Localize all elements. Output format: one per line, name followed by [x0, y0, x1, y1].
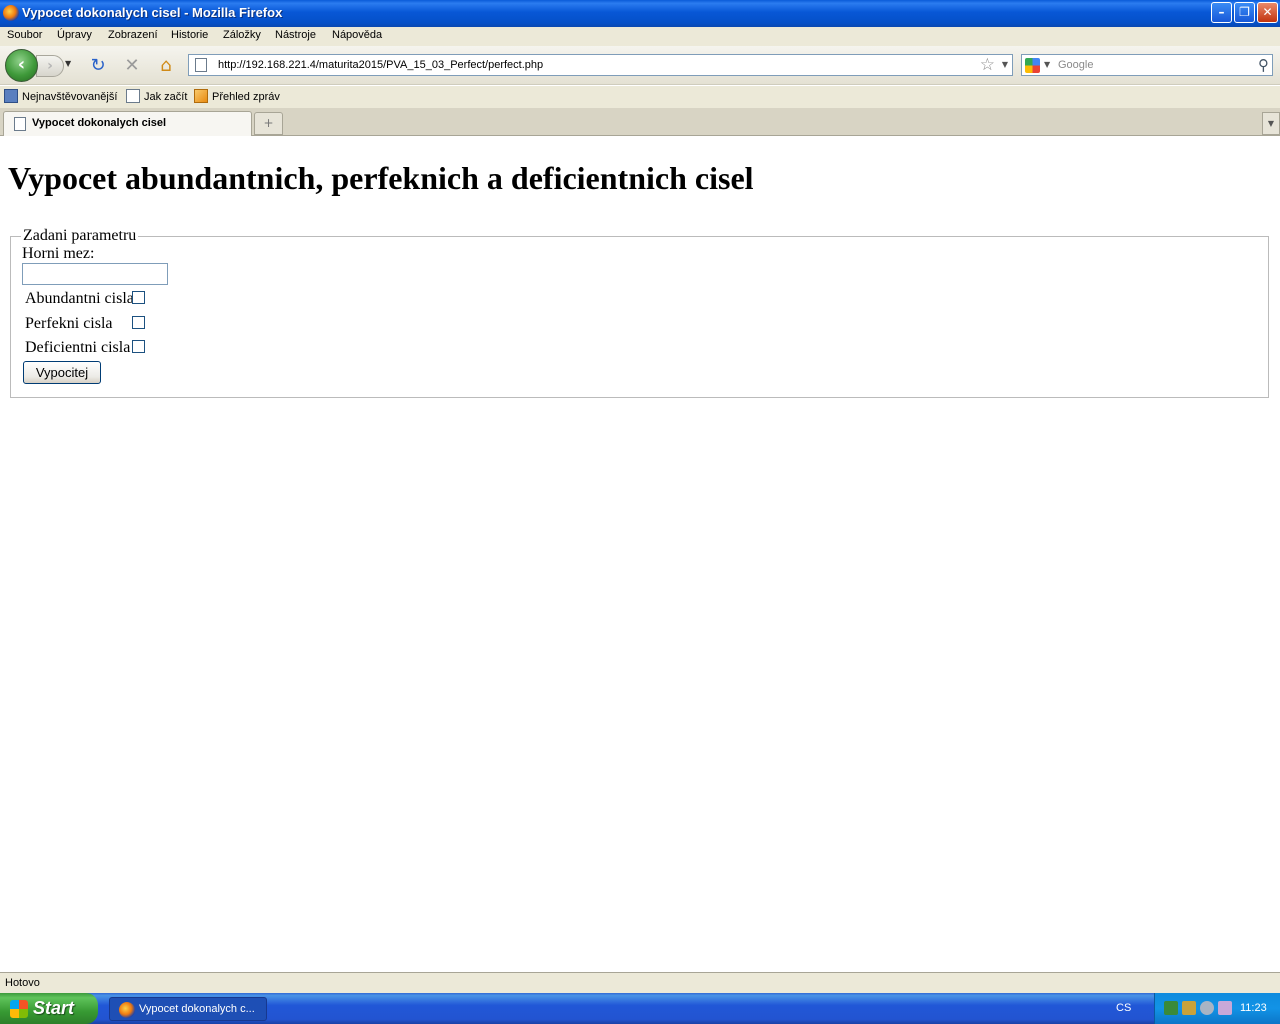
start-button[interactable]: Start — [0, 993, 98, 1024]
page-heading: Vypocet abundantnich, perfeknich a defic… — [8, 160, 754, 196]
most-visited-icon — [4, 89, 18, 103]
search-placeholder[interactable]: Google — [1058, 59, 1093, 71]
google-engine-icon[interactable] — [1025, 58, 1040, 73]
restore-button[interactable]: ❐ — [1234, 2, 1255, 23]
minimize-button[interactable]: – — [1211, 2, 1232, 23]
bookmarks-bar: Nejnavštěvovanější Jak začít Přehled zpr… — [0, 86, 1280, 108]
close-button[interactable]: ✕ — [1257, 2, 1278, 23]
rss-icon — [194, 89, 208, 103]
messenger-icon[interactable] — [1218, 1001, 1232, 1015]
forward-arrow-icon: › — [47, 58, 53, 74]
menu-item-napoveda[interactable]: Nápověda — [332, 29, 382, 41]
page-icon — [126, 89, 140, 103]
firefox-icon — [119, 1002, 135, 1018]
taskbar: Start Vypocet dokonalych c... CS 11:23 — [0, 993, 1280, 1024]
page-icon — [195, 58, 207, 72]
language-indicator[interactable]: CS — [1116, 1002, 1131, 1014]
close-icon: ✕ — [1262, 5, 1273, 19]
calculate-button[interactable]: Vypocitej — [23, 361, 101, 384]
reload-icon[interactable]: ↻ — [88, 56, 108, 76]
start-label: Start — [33, 998, 75, 1018]
back-arrow-icon: ‹ — [17, 54, 26, 75]
abundant-label: Abundantni cisla — [25, 290, 134, 307]
menu-item-historie[interactable]: Historie — [171, 29, 208, 41]
network-icon[interactable] — [1164, 1001, 1178, 1015]
engine-dropdown-icon[interactable]: ▼ — [1044, 60, 1050, 69]
firefox-icon — [3, 5, 19, 21]
bookmark-label: Jak začít — [144, 91, 188, 103]
upper-limit-label: Horni mez: — [22, 245, 95, 262]
tab-list-button[interactable]: ▼ — [1262, 112, 1280, 135]
abundant-checkbox[interactable] — [132, 291, 145, 304]
minimize-icon: – — [1218, 5, 1225, 19]
menu-item-soubor[interactable]: Soubor — [7, 29, 42, 41]
security-icon[interactable] — [1182, 1001, 1196, 1015]
bookmark-star-icon[interactable]: ☆ — [980, 55, 995, 75]
parameters-fieldset: Zadani parametru — [10, 227, 1269, 398]
menu-item-nastroje[interactable]: Nástroje — [275, 29, 316, 41]
system-tray: 11:23 — [1154, 993, 1280, 1024]
bookmark-most-visited[interactable]: Nejnavštěvovanější — [4, 89, 117, 105]
status-bar: Hotovo — [0, 972, 1280, 993]
perfect-checkbox[interactable] — [132, 316, 145, 329]
menu-item-zalozky[interactable]: Záložky — [223, 29, 261, 41]
taskbar-item-title: Vypocet dokonalych c... — [139, 1003, 255, 1015]
page-content: Vypocet abundantnich, perfeknich a defic… — [0, 137, 1280, 972]
tab-active[interactable]: Vypocet dokonalych cisel — [3, 111, 252, 136]
fieldset-legend: Zadani parametru — [23, 227, 137, 244]
new-tab-button[interactable]: + — [254, 112, 283, 135]
back-button[interactable]: ‹ — [5, 49, 38, 82]
url-text[interactable]: http://192.168.221.4/maturita2015/PVA_15… — [218, 59, 543, 71]
restore-icon: ❐ — [1239, 5, 1250, 19]
plus-icon: + — [263, 116, 274, 130]
bookmark-label: Nejnavštěvovanější — [22, 91, 118, 103]
page-icon — [14, 117, 26, 131]
windows-flag-icon — [10, 1000, 28, 1018]
tab-bar: Vypocet dokonalych cisel + ▼ — [0, 108, 1280, 136]
url-dropdown-icon[interactable]: ▼ — [1002, 60, 1008, 69]
deficient-label: Deficientni cisla — [25, 339, 131, 356]
search-icon[interactable]: ⚲ — [1258, 56, 1269, 74]
taskbar-item-firefox[interactable]: Vypocet dokonalych c... — [109, 997, 267, 1021]
window-titlebar: Vypocet dokonalych cisel - Mozilla Firef… — [0, 0, 1280, 27]
stop-icon[interactable]: ✕ — [122, 56, 142, 76]
history-dropdown-icon[interactable]: ▼ — [65, 59, 77, 73]
volume-icon[interactable] — [1200, 1001, 1214, 1015]
bookmark-label: Přehled zpráv — [212, 91, 280, 103]
home-icon[interactable]: ⌂ — [156, 56, 176, 76]
menu-item-zobrazeni[interactable]: Zobrazení — [108, 29, 158, 41]
upper-limit-input[interactable] — [22, 263, 168, 285]
menu-bar: Soubor Úpravy Zobrazení Historie Záložky… — [0, 27, 1280, 46]
status-text: Hotovo — [5, 977, 40, 989]
window-title: Vypocet dokonalych cisel - Mozilla Firef… — [22, 5, 283, 20]
deficient-checkbox[interactable] — [132, 340, 145, 353]
clock: 11:23 — [1240, 1002, 1267, 1014]
forward-button[interactable]: › — [36, 55, 64, 77]
url-bar[interactable]: http://192.168.221.4/maturita2015/PVA_15… — [188, 54, 1013, 76]
chevron-down-icon: ▼ — [1267, 119, 1275, 128]
tab-title: Vypocet dokonalych cisel — [32, 117, 167, 129]
search-bar[interactable]: ▼ Google ⚲ — [1021, 54, 1273, 76]
perfect-label: Perfekni cisla — [25, 315, 113, 332]
bookmark-getting-started[interactable]: Jak začít — [126, 89, 187, 105]
menu-item-upravy[interactable]: Úpravy — [57, 29, 92, 41]
bookmark-news-feed[interactable]: Přehled zpráv — [194, 89, 280, 105]
